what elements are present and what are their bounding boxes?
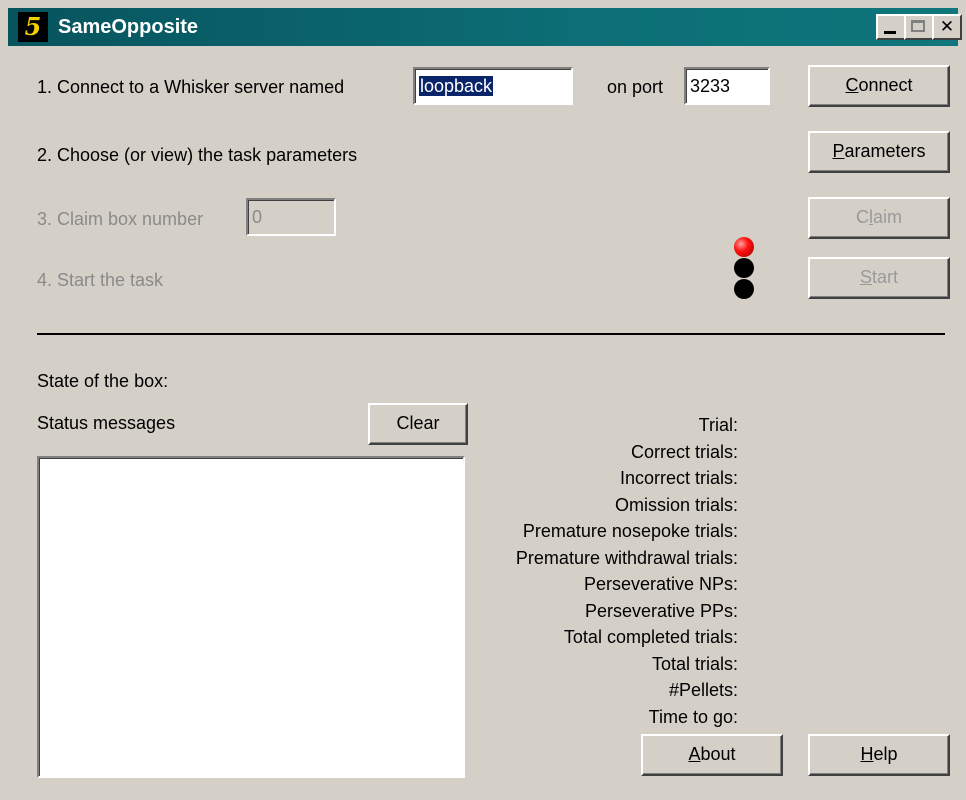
app-icon[interactable]: 5 — [18, 12, 48, 42]
stat-premature-withdrawal: Premature withdrawal trials: — [515, 547, 738, 568]
connect-button[interactable]: Connect — [808, 65, 950, 107]
clear-button[interactable]: Clear — [368, 403, 468, 445]
box-number-input[interactable]: 0 — [246, 198, 336, 236]
step1-label: 1. Connect to a Whisker server named — [37, 77, 345, 97]
main-window: 5 SameOpposite 1. Connect to a Whisker s… — [0, 0, 966, 800]
start-label-rest: tart — [872, 267, 899, 287]
traffic-light-bottom — [734, 279, 754, 299]
about-label-rest: bout — [700, 744, 736, 764]
status-messages-label: Status messages — [37, 413, 176, 433]
help-label-rest: elp — [873, 744, 898, 764]
port-input[interactable]: 3233 — [684, 67, 770, 105]
stat-omission-trials: Omission trials: — [614, 494, 738, 515]
window-title: SameOpposite — [58, 16, 199, 38]
server-name-value: loopback — [419, 76, 494, 96]
stat-time-to-go: Time to go: — [648, 706, 738, 727]
claim-label-rest: aim — [872, 207, 902, 227]
stat-total-completed: Total completed trials: — [563, 627, 738, 647]
traffic-light-red — [734, 237, 754, 257]
box-state-label: State of the box: — [37, 371, 169, 391]
connect-label-rest: onnect — [858, 75, 913, 95]
close-button[interactable] — [932, 14, 962, 40]
about-accel: A — [688, 744, 701, 764]
port-value: 3233 — [690, 76, 731, 96]
stat-correct-trials: Correct trials: — [630, 441, 738, 462]
parameters-button[interactable]: Parameters — [808, 131, 950, 173]
server-name-input[interactable]: loopback — [413, 67, 573, 105]
app-icon-glyph: 5 — [24, 12, 42, 41]
box-number-value: 0 — [252, 207, 263, 227]
connect-accel: C — [845, 75, 859, 95]
maximize-button — [904, 14, 934, 40]
claim-label-pre: C — [855, 207, 869, 227]
help-button[interactable]: Help — [808, 734, 950, 776]
traffic-light-middle — [734, 258, 754, 278]
about-button[interactable]: About — [641, 734, 783, 776]
stat-pellets: #Pellets: — [668, 680, 738, 700]
stat-perseverative-pps: Perseverative PPs: — [584, 600, 738, 621]
help-accel: H — [860, 744, 874, 764]
stats-panel: Trial: Correct trials: Incorrect trials:… — [470, 412, 738, 730]
separator-line — [37, 333, 945, 335]
stat-incorrect-trials: Incorrect trials: — [619, 468, 738, 488]
step3-label: 3. Claim box number — [37, 209, 204, 229]
minimize-button[interactable] — [876, 14, 906, 40]
port-label: on port — [607, 77, 664, 97]
start-button[interactable]: Start — [808, 257, 950, 299]
parameters-label-rest: arameters — [844, 141, 926, 161]
start-accel: S — [859, 267, 872, 287]
step2-label: 2. Choose (or view) the task parameters — [37, 145, 358, 165]
stat-perseverative-nps: Perseverative NPs: — [583, 574, 738, 594]
parameters-accel: P — [832, 141, 845, 161]
step4-label: 4. Start the task — [37, 270, 164, 290]
status-messages-box[interactable] — [37, 456, 465, 778]
stat-total-trials: Total trials: — [651, 653, 738, 674]
claim-button[interactable]: Claim — [808, 197, 950, 239]
title-bar[interactable]: 5 SameOpposite — [8, 8, 962, 46]
stat-trial: Trial: — [698, 415, 738, 435]
stat-premature-nosepoke: Premature nosepoke trials: — [522, 521, 738, 541]
